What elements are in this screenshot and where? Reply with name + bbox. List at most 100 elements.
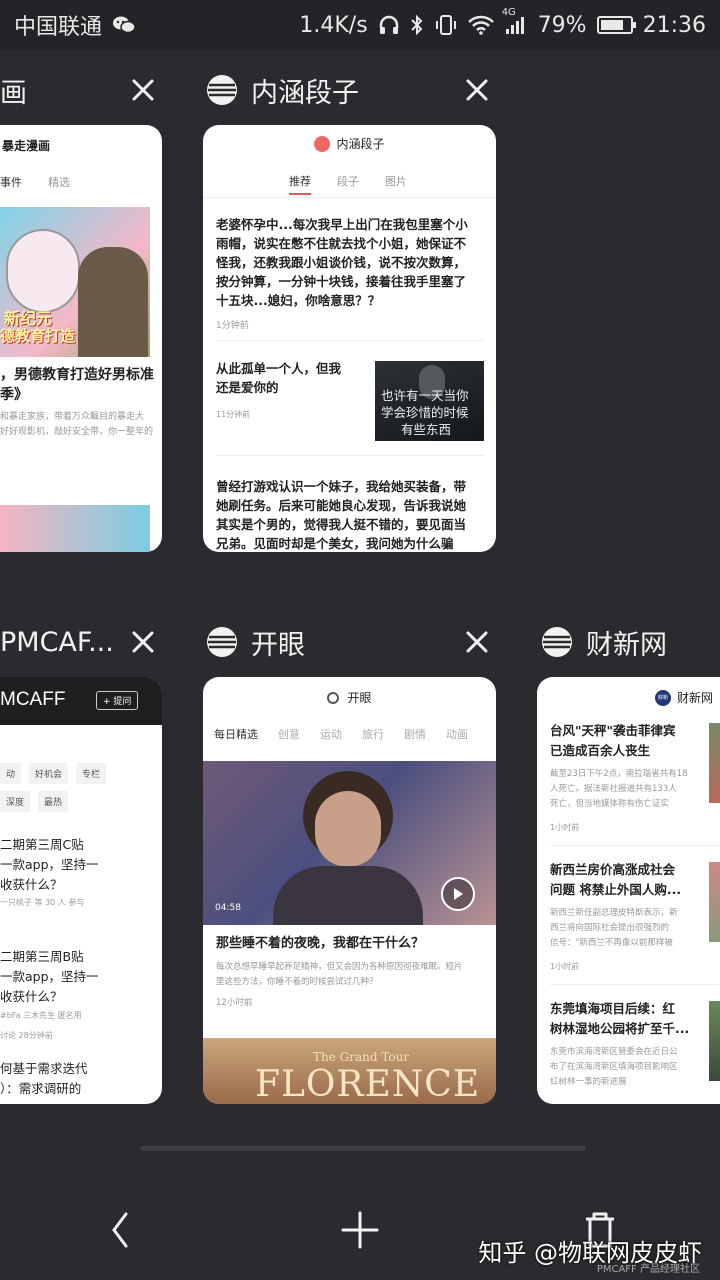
close-icon bbox=[132, 631, 154, 653]
network-type: 4G bbox=[501, 7, 516, 18]
comic-thumbnail: 新纪元 德教育打造 bbox=[0, 207, 150, 357]
thread-line: 一款app，坚持一 bbox=[0, 969, 99, 984]
tag-chip[interactable]: 深度 bbox=[0, 791, 31, 812]
video-thumbnail[interactable]: 04:58 bbox=[203, 761, 496, 925]
horizontal-scrollbar[interactable] bbox=[140, 1146, 586, 1151]
card-tab: 段子 bbox=[337, 175, 359, 188]
desc-line: 每次总想早睡早起养足精神，但又会因为各种原因彻夜难眠。短片 bbox=[216, 962, 463, 972]
globe-icon bbox=[207, 627, 237, 657]
desc-line: 截至23日下午2点，南拉瑙省共有18 bbox=[550, 769, 688, 779]
tag-chip[interactable]: 最热 bbox=[38, 791, 69, 812]
close-tab-button-t1[interactable] bbox=[123, 70, 163, 110]
desc-line: 红树林一事的新进展 bbox=[550, 1077, 627, 1087]
news-desc: 新西兰新任副总理皮特斯表示，新 西兰将向国际社会提出很强烈的 信号："新西兰不再… bbox=[550, 906, 678, 951]
battery-percent: 79% bbox=[537, 12, 587, 38]
tag-chip[interactable]: 专栏 bbox=[76, 763, 107, 784]
net-speed: 1.4K/s bbox=[299, 12, 368, 38]
thread-line: 收获什么？ bbox=[0, 877, 63, 892]
news-image bbox=[709, 862, 720, 942]
post-image: 也许有一天当你 学会珍惜的时候 有些东西 bbox=[375, 361, 484, 441]
post-line: 按分钟算，一分钟十块钱，接着往我手里塞了 bbox=[216, 274, 467, 289]
video-duration: 04:58 bbox=[215, 903, 241, 913]
title-line: 已造成百余人丧生 bbox=[550, 743, 651, 758]
add-icon bbox=[341, 1211, 379, 1249]
close-tab-button-t4[interactable] bbox=[457, 622, 497, 662]
wifi-icon bbox=[467, 15, 494, 35]
brand-name: MCAFF bbox=[0, 689, 66, 710]
poster-subtitle: The Grand Tour bbox=[313, 1050, 410, 1064]
thread-line: 一款app，坚持一 bbox=[0, 857, 99, 872]
card-tab: 旅行 bbox=[362, 728, 384, 741]
tab-card-t3[interactable]: MCAFF + 提问 动 好机会 专栏 深度 最热 二期第三周C贴 一款app，… bbox=[0, 677, 162, 1104]
tag-chips: 深度 最热 bbox=[0, 791, 69, 812]
card-tabs: 事件 精选 bbox=[0, 174, 70, 190]
news-image bbox=[709, 723, 720, 803]
tag-chip[interactable]: 动 bbox=[0, 763, 22, 784]
brand-name: 开眼 bbox=[347, 691, 372, 705]
news-desc: 截至23日下午2点，南拉瑙省共有18 人死亡。据法新社报道共有133人 死亡，但… bbox=[550, 767, 688, 812]
play-button[interactable] bbox=[441, 877, 475, 911]
close-icon bbox=[132, 79, 154, 101]
tab-card-t4[interactable]: 开眼 每日精选 创意 运动 旅行 剧情 动画 04:58 那些睡不着的夜晚，我都… bbox=[203, 677, 496, 1104]
brand-name: 暴走漫画 bbox=[2, 139, 51, 153]
tab-card-t1[interactable]: 暴走漫画 事件 精选 新纪元 德教育打造 ，男德教育打造好男标准 季》 和暴走家… bbox=[0, 125, 162, 552]
caption-line: 有些东西 bbox=[401, 422, 452, 437]
tab-card-t5[interactable]: 财新 财新网 台风"天秤"袭击菲律宾 已造成百余人丧生 截至23日下午2点，南拉… bbox=[537, 677, 720, 1104]
card-tab: 剧情 bbox=[404, 728, 426, 741]
thread-title: 二期第三周C贴 一款app，坚持一 收获什么？ bbox=[0, 835, 99, 895]
desc-line: 信号："新西兰不再像以前那样被 bbox=[550, 938, 673, 948]
thread-meta: #bFa 三木先生 匿名用 bbox=[0, 1011, 82, 1020]
desc-line: 东莞市滨海湾新区管委会在近日公 bbox=[550, 1047, 678, 1057]
carrier-name: 中国联通 bbox=[14, 15, 103, 40]
card-header: 财新 财新网 bbox=[655, 689, 713, 706]
news-desc: 东莞市滨海湾新区管委会在近日公 布了在滨海湾新区填海项目影响区 红树林一事的新进… bbox=[550, 1045, 678, 1090]
watermark-sub: PMCAFF 产品经理社区 bbox=[596, 1264, 700, 1275]
card-header: 内涵段子 bbox=[203, 135, 496, 152]
post-line: 十五块...媳妇，你啥意思？？ bbox=[216, 293, 381, 308]
thread-line: 何基于需求迭代 bbox=[0, 1061, 88, 1076]
image-caption: 也许有一天当你 学会珍惜的时候 有些东西 bbox=[381, 387, 469, 438]
back-button[interactable] bbox=[90, 1200, 150, 1260]
post-line: 雨帽，说实在憋不住就去找个小姐，她保证不 bbox=[216, 236, 467, 251]
comic-thumbnail bbox=[0, 505, 150, 552]
tab-header-t4: 开眼 bbox=[205, 612, 305, 672]
news-title: 台风"天秤"袭击菲律宾 已造成百余人丧生 bbox=[550, 721, 710, 761]
video-thumbnail[interactable]: The Grand Tour FLORENCE bbox=[203, 1038, 496, 1104]
caixin-logo: 财新 bbox=[655, 689, 671, 706]
desc-line: 和暴走家族，带着万众瞩目的暴走大 bbox=[0, 412, 145, 422]
thumb-caption: 德教育打造 bbox=[0, 327, 76, 345]
video-title: 那些睡不着的夜晚，我都在干什么？ bbox=[216, 936, 425, 951]
desc-line: 西兰将向国际社会提出很强烈的 bbox=[550, 923, 670, 933]
close-icon bbox=[466, 631, 488, 653]
close-tab-button-t3[interactable] bbox=[123, 622, 163, 662]
tab-title: PMCAF... bbox=[0, 626, 114, 658]
tag-chip[interactable]: 好机会 bbox=[29, 763, 69, 784]
post-line: 怪我，还教我跟小姐谈价钱，说不按次数算， bbox=[216, 255, 467, 270]
close-tab-button-t2[interactable] bbox=[457, 70, 497, 110]
news-title: 新西兰房价高涨成社会 问题 将禁止外国人购... bbox=[550, 860, 710, 900]
tab-title: 内涵段子 bbox=[251, 77, 359, 109]
thread-title: 二期第三周B贴 一款app，坚持一 收获什么？ bbox=[0, 947, 99, 1007]
globe-icon bbox=[207, 75, 237, 105]
desc-line: 布了在滨海湾新区填海项目影响区 bbox=[550, 1062, 678, 1072]
tab-header-t2: 内涵段子 bbox=[205, 60, 359, 120]
title-line: 季》 bbox=[0, 387, 28, 403]
ask-button[interactable]: + 提问 bbox=[96, 691, 139, 710]
tab-title: 开眼 bbox=[251, 629, 305, 661]
globe-icon bbox=[542, 627, 572, 657]
title-line: 问题 将禁止外国人购... bbox=[550, 882, 682, 897]
new-tab-button[interactable] bbox=[330, 1200, 390, 1260]
back-icon bbox=[112, 1212, 128, 1248]
tab-card-t2[interactable]: 内涵段子 推荐 段子 图片 老婆怀孕中...每次我早上出门在我包里塞个小 雨帽，… bbox=[203, 125, 496, 552]
brand-name: 内涵段子 bbox=[336, 137, 385, 151]
play-icon bbox=[454, 888, 463, 900]
video-time: 12小时前 bbox=[216, 998, 253, 1008]
app-logo-icon bbox=[314, 135, 331, 152]
title-line: 树林湿地公园将扩至千... bbox=[550, 1021, 690, 1036]
title-line: 台风"天秤"袭击菲律宾 bbox=[550, 723, 676, 738]
tag-chips: 动 好机会 专栏 bbox=[0, 763, 107, 784]
tab-header-t1: 画 bbox=[0, 60, 27, 120]
card-tab: 运动 bbox=[320, 728, 342, 741]
video-desc: 每次总想早睡早起养足精神，但又会因为各种原因彻夜难眠。短片 里这些方法，你睡不着… bbox=[216, 960, 486, 990]
card-tabs: 推荐 段子 图片 bbox=[289, 173, 407, 195]
